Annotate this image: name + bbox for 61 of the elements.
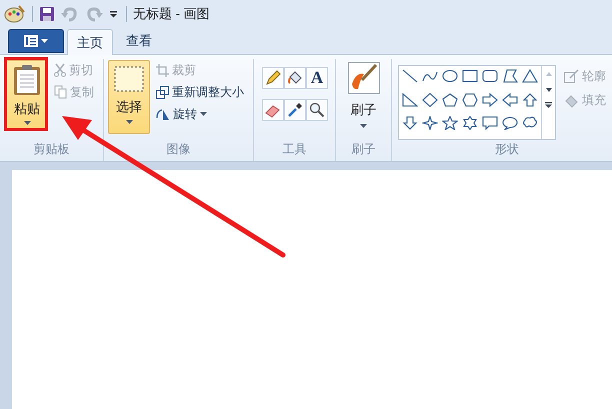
eraser-icon[interactable] (262, 99, 284, 121)
cloud-callout-shape-icon[interactable] (522, 116, 538, 130)
outline-pen-icon (564, 68, 579, 84)
brushes-button[interactable]: 刷子 (348, 62, 380, 140)
polygon-shape-icon[interactable] (502, 69, 518, 83)
curve-shape-icon[interactable] (422, 69, 438, 83)
color-picker-icon[interactable] (284, 99, 306, 121)
file-menu-button[interactable] (8, 29, 64, 53)
five-point-star-shape-icon[interactable] (442, 116, 458, 130)
pentagon-shape-icon[interactable] (442, 92, 458, 107)
ribbon-tab[interactable]: 查看 (116, 28, 162, 54)
scissors-icon (54, 63, 66, 77)
copy-icon (54, 85, 67, 99)
dropdown-caret-icon (24, 120, 30, 124)
rectangle-shape-icon[interactable] (462, 69, 478, 83)
pencil-icon[interactable] (262, 67, 284, 89)
crop-icon (156, 64, 169, 76)
select-button[interactable]: 选择 (108, 60, 150, 134)
rotate-icon (156, 108, 170, 120)
four-point-star-shape-icon[interactable] (422, 116, 438, 130)
scroll-down-icon[interactable] (546, 88, 552, 92)
ribbon-tab[interactable]: 主页 (67, 29, 113, 55)
window-title: 无标题 - 画图 (133, 5, 210, 24)
six-point-star-shape-icon[interactable] (462, 116, 478, 130)
paint-bucket-icon[interactable] (284, 67, 306, 89)
rounded-rectangle-shape-icon[interactable] (482, 69, 498, 83)
resize-button[interactable]: 重新调整大小 (172, 83, 244, 101)
oval-shape-icon[interactable] (442, 69, 458, 83)
group-label: 剪贴板 (34, 141, 70, 158)
customize-dropdown-icon[interactable] (109, 10, 118, 18)
magnifier-icon[interactable] (306, 99, 328, 121)
down-arrow-shape-icon[interactable] (402, 116, 418, 130)
clipboard-icon (13, 64, 41, 96)
rotate-button[interactable]: 旋转 (173, 105, 197, 123)
rectangular-callout-shape-icon[interactable] (482, 116, 498, 130)
text-tool-button[interactable]: A (306, 67, 328, 89)
group-label: 图像 (166, 141, 190, 158)
menu-icon (24, 35, 38, 47)
gallery-more-icon[interactable] (545, 102, 552, 108)
save-icon[interactable] (39, 6, 55, 22)
diamond-shape-icon[interactable] (422, 92, 438, 107)
dropdown-caret-icon (126, 120, 132, 124)
resize-icon (156, 86, 169, 98)
oval-callout-shape-icon[interactable] (502, 116, 518, 130)
up-arrow-shape-icon[interactable] (522, 92, 538, 107)
hexagon-shape-icon[interactable] (462, 92, 478, 107)
right-arrow-shape-icon[interactable] (482, 92, 498, 107)
group-label: 形状 (495, 141, 519, 158)
dropdown-caret-icon (41, 38, 48, 44)
triangle-shape-icon[interactable] (522, 69, 538, 83)
group-label: 工具 (282, 141, 306, 158)
paint-app-icon[interactable] (4, 4, 26, 24)
fill-bucket-icon (564, 92, 579, 108)
dropdown-caret-icon (360, 124, 367, 128)
paintbrush-icon (348, 62, 380, 94)
line-shape-icon[interactable] (402, 69, 418, 83)
group-label: 刷子 (352, 141, 376, 158)
dashed-selection-icon (114, 66, 144, 92)
right-triangle-shape-icon[interactable] (402, 92, 418, 107)
dropdown-caret-icon (200, 112, 207, 116)
left-arrow-shape-icon[interactable] (502, 92, 518, 107)
